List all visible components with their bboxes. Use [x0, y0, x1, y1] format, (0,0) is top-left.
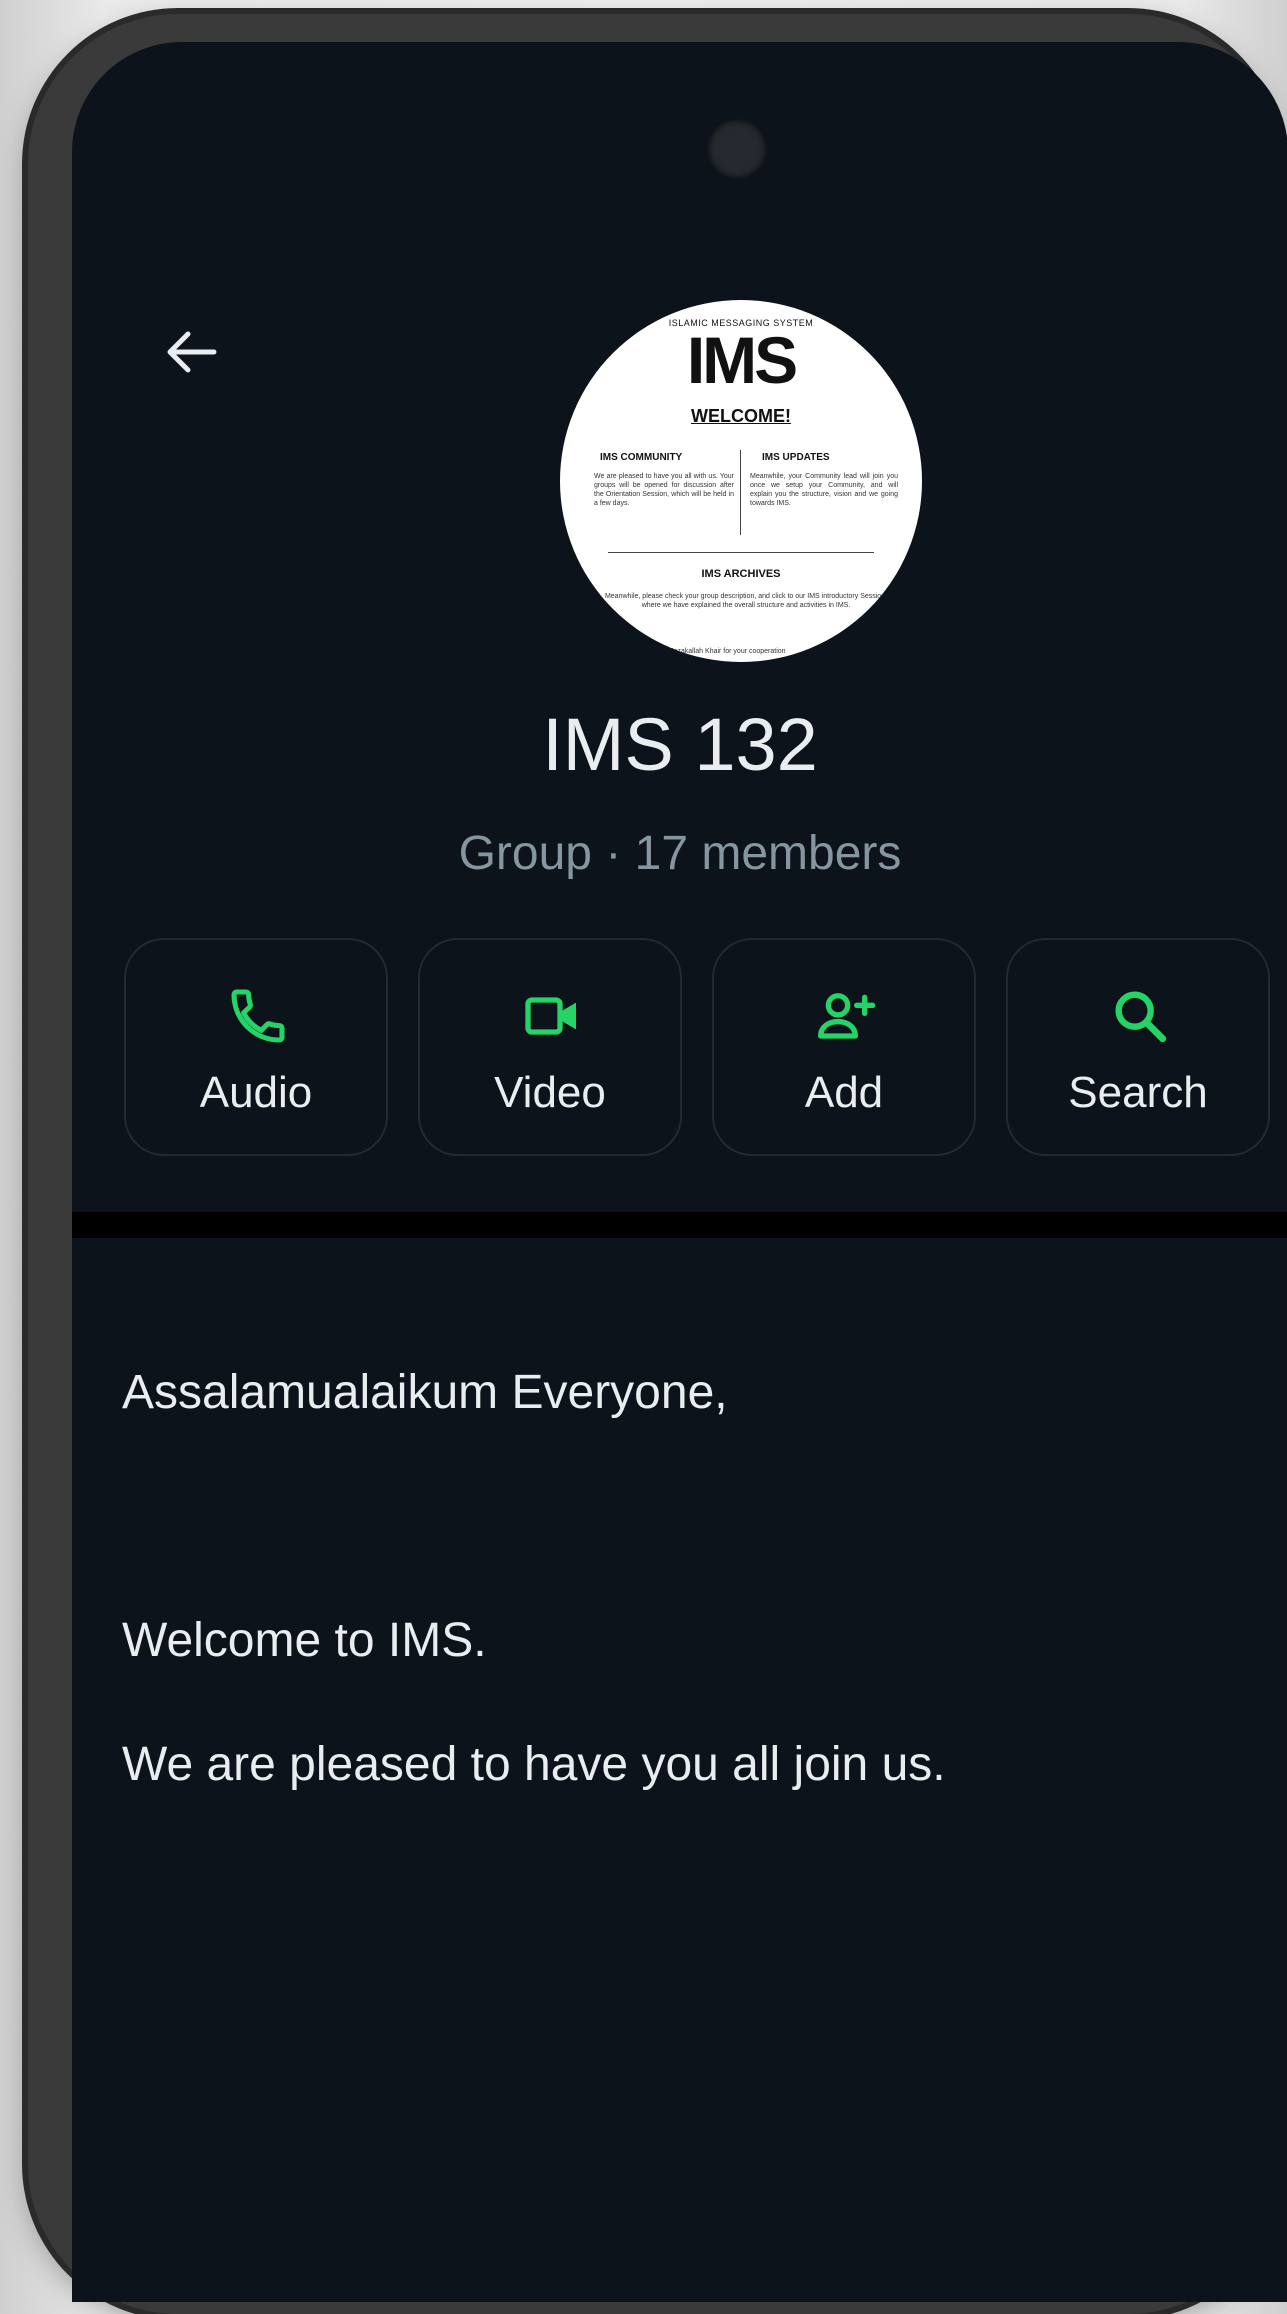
video-icon: [520, 984, 584, 1048]
avatar-divider: [740, 450, 741, 535]
phone-icon: [226, 984, 290, 1048]
group-subtitle[interactable]: Group · 17 members: [72, 826, 1287, 881]
add-member-button[interactable]: Add: [712, 938, 976, 1156]
avatar-logo: IMS: [686, 323, 798, 397]
group-title: IMS 132: [542, 703, 818, 786]
avatar-divider-horizontal: [608, 552, 874, 553]
description-line-3: We are pleased to have you all join us.: [122, 1738, 946, 1791]
search-icon: [1108, 984, 1172, 1048]
section-separator: [72, 1212, 1287, 1238]
avatar-community-head: IMS COMMUNITY: [600, 452, 683, 463]
group-description[interactable]: Assalamualaikum Everyone, Welcome to IMS…: [122, 1300, 1222, 1858]
action-buttons-row: Audio Video Add Search: [124, 938, 1274, 1160]
more-options-icon[interactable]: [1272, 322, 1287, 386]
avatar-archives-text: Meanwhile, please check your group descr…: [604, 593, 888, 609]
add-label: Add: [804, 1068, 884, 1117]
avatar-welcome: WELCOME!: [691, 406, 791, 426]
avatar-archives-head: IMS ARCHIVES: [701, 568, 781, 580]
description-blank-line: [122, 1486, 1222, 1548]
avatar-tail-text: Jazakallah Khair for your cooperation: [670, 648, 786, 655]
search-button[interactable]: Search: [1006, 938, 1270, 1156]
avatar-community-text: We are pleased to have you all with us. …: [594, 473, 734, 507]
search-label: Search: [1068, 1068, 1208, 1117]
avatar-updates-head: IMS UPDATES: [762, 452, 830, 463]
phone-frame: ISLAMIC MESSAGING SYSTEM IMS WELCOME! IM…: [28, 14, 1287, 2314]
back-arrow-icon[interactable]: [164, 324, 220, 380]
description-line-1: Assalamualaikum Everyone,: [122, 1366, 728, 1419]
video-call-button[interactable]: Video: [418, 938, 682, 1156]
group-info-screen: ISLAMIC MESSAGING SYSTEM IMS WELCOME! IM…: [72, 42, 1287, 2302]
front-camera: [707, 119, 767, 179]
video-label: Video: [494, 1068, 606, 1117]
group-avatar[interactable]: ISLAMIC MESSAGING SYSTEM IMS WELCOME! IM…: [560, 300, 922, 662]
audio-label: Audio: [199, 1068, 313, 1117]
audio-call-button[interactable]: Audio: [124, 938, 388, 1156]
avatar-updates-text: Meanwhile, your Community lead will join…: [750, 473, 898, 507]
add-person-icon: [814, 984, 878, 1048]
description-line-2: Welcome to IMS.: [122, 1614, 487, 1667]
